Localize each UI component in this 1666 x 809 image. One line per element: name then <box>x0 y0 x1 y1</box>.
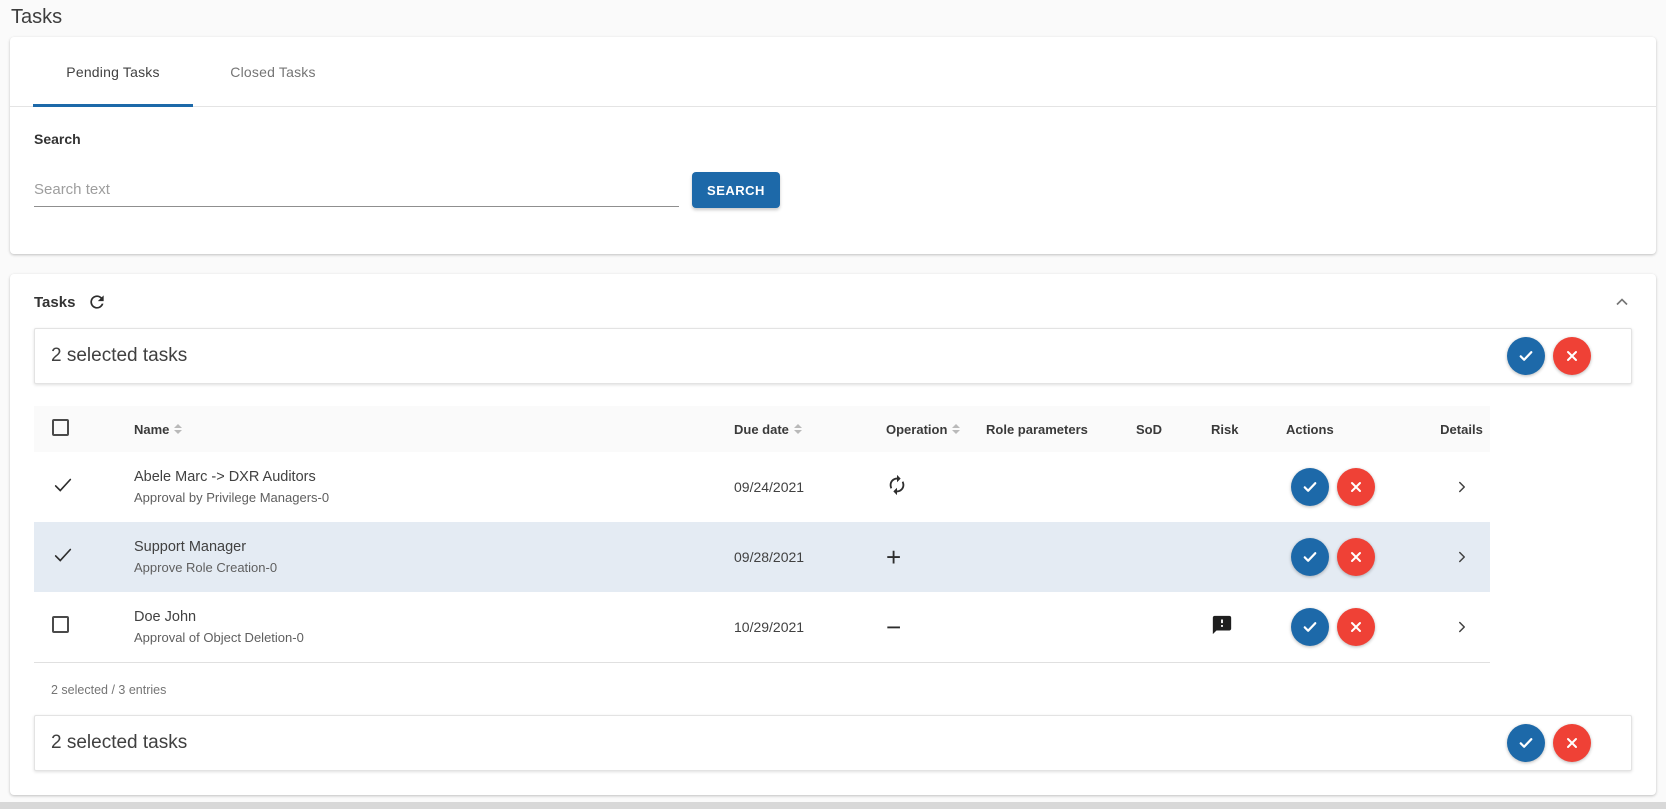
reject-task-button[interactable] <box>1337 538 1375 576</box>
task-subtitle: Approval of Object Deletion-0 <box>134 630 734 645</box>
reject-task-button[interactable] <box>1337 468 1375 506</box>
approve-task-button[interactable] <box>1291 538 1329 576</box>
column-header-operation[interactable]: Operation <box>886 422 986 437</box>
approve-task-button[interactable] <box>1291 608 1329 646</box>
search-label: Search <box>34 131 1632 147</box>
window-bottom-edge <box>0 802 1666 809</box>
refresh-button[interactable] <box>87 292 107 312</box>
reject-selected-button[interactable] <box>1553 724 1591 762</box>
approve-selected-button[interactable] <box>1507 724 1545 762</box>
chevron-up-icon <box>1612 292 1632 312</box>
search-input[interactable] <box>34 173 679 207</box>
column-label: SoD <box>1136 422 1162 437</box>
operation-modify-icon <box>886 474 908 496</box>
table-row[interactable]: Doe John Approval of Object Deletion-0 1… <box>34 592 1490 662</box>
reject-selected-button[interactable] <box>1553 337 1591 375</box>
sort-icon <box>174 424 182 434</box>
column-label: Role parameters <box>986 422 1088 437</box>
selection-bar-top: 2 selected tasks <box>34 328 1632 384</box>
column-header-sod: SoD <box>1136 422 1211 437</box>
selection-count-text: 2 selected tasks <box>51 345 187 367</box>
operation-remove-icon: − <box>886 612 901 642</box>
details-button[interactable] <box>1453 478 1471 496</box>
approve-selected-button[interactable] <box>1507 337 1545 375</box>
operation-add-icon: + <box>886 542 901 572</box>
column-header-due-date[interactable]: Due date <box>734 422 886 437</box>
page-title: Tasks <box>0 0 1666 37</box>
task-due-date: 09/28/2021 <box>734 549 886 565</box>
details-button[interactable] <box>1453 548 1471 566</box>
chevron-right-icon <box>1453 618 1471 636</box>
row-checkbox-checked[interactable] <box>52 544 74 566</box>
task-name: Abele Marc -> DXR Auditors <box>134 469 734 485</box>
approve-task-button[interactable] <box>1291 468 1329 506</box>
chevron-right-icon <box>1453 478 1471 496</box>
tasks-panel-title: Tasks <box>34 294 75 311</box>
reject-task-button[interactable] <box>1337 608 1375 646</box>
collapse-panel-button[interactable] <box>1612 292 1632 312</box>
search-section: Search SEARCH <box>10 107 1656 254</box>
column-label: Due date <box>734 422 789 437</box>
selection-bar-bottom: 2 selected tasks <box>34 715 1632 771</box>
tab-pending-tasks[interactable]: Pending Tasks <box>33 37 193 106</box>
check-icon <box>1517 734 1535 752</box>
check-icon <box>1301 618 1319 636</box>
close-icon <box>1348 549 1364 565</box>
table-row[interactable]: Support Manager Approve Role Creation-0 … <box>34 522 1490 592</box>
column-header-actions: Actions <box>1286 422 1433 437</box>
sort-icon <box>794 424 802 434</box>
column-label: Operation <box>886 422 947 437</box>
row-checkbox-unchecked[interactable] <box>52 616 69 633</box>
column-label: Actions <box>1286 422 1334 437</box>
risk-warning-icon <box>1211 614 1233 636</box>
close-icon <box>1564 735 1580 751</box>
refresh-icon <box>87 292 107 312</box>
check-icon <box>1301 478 1319 496</box>
column-header-risk: Risk <box>1211 422 1286 437</box>
task-subtitle: Approval by Privilege Managers-0 <box>134 490 734 505</box>
tabs-row: Pending Tasks Closed Tasks <box>10 37 1656 107</box>
details-button[interactable] <box>1453 618 1471 636</box>
entries-summary: 2 selected / 3 entries <box>34 683 1632 697</box>
table-row[interactable]: Abele Marc -> DXR Auditors Approval by P… <box>34 452 1490 522</box>
check-icon <box>1517 347 1535 365</box>
sort-icon <box>952 424 960 434</box>
column-header-role-parameters: Role parameters <box>986 422 1136 437</box>
task-due-date: 10/29/2021 <box>734 619 886 635</box>
tab-closed-tasks[interactable]: Closed Tasks <box>193 37 353 106</box>
column-label: Name <box>134 422 169 437</box>
column-header-details: Details <box>1433 422 1490 437</box>
task-due-date: 09/24/2021 <box>734 479 886 495</box>
search-card: Pending Tasks Closed Tasks Search SEARCH <box>10 37 1656 254</box>
check-icon <box>1301 548 1319 566</box>
chevron-right-icon <box>1453 548 1471 566</box>
search-button[interactable]: SEARCH <box>692 172 780 208</box>
tasks-table: Name Due date Operation Role parameters … <box>34 406 1490 663</box>
row-checkbox-checked[interactable] <box>52 474 74 496</box>
task-name: Support Manager <box>134 539 734 555</box>
table-header-row: Name Due date Operation Role parameters … <box>34 406 1490 452</box>
close-icon <box>1348 619 1364 635</box>
task-subtitle: Approve Role Creation-0 <box>134 560 734 575</box>
close-icon <box>1348 479 1364 495</box>
tasks-panel-header: Tasks <box>34 290 1632 314</box>
select-all-checkbox[interactable] <box>52 419 69 436</box>
selection-count-text: 2 selected tasks <box>51 732 187 754</box>
column-label: Risk <box>1211 422 1238 437</box>
tasks-card: Tasks 2 selected tasks <box>10 274 1656 795</box>
column-label: Details <box>1440 422 1483 437</box>
close-icon <box>1564 348 1580 364</box>
column-header-name[interactable]: Name <box>134 422 734 437</box>
task-name: Doe John <box>134 609 734 625</box>
